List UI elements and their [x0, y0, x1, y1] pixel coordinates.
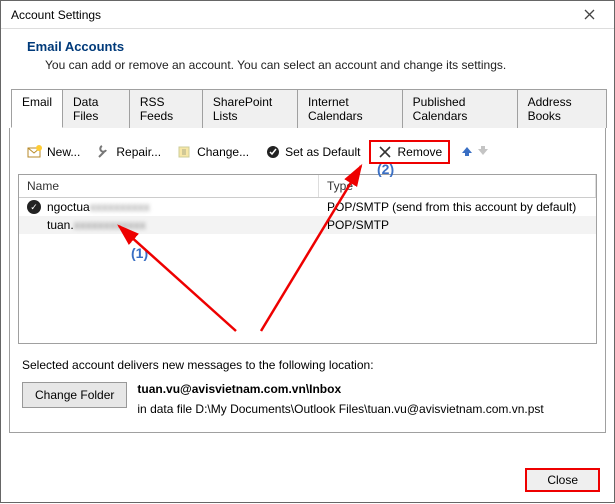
delivery-section: Selected account delivers new messages t… — [18, 344, 597, 424]
move-up-button[interactable] — [460, 144, 474, 161]
tab-sharepoint[interactable]: SharePoint Lists — [202, 89, 298, 128]
remove-label: Remove — [397, 145, 442, 159]
new-mail-icon — [27, 144, 43, 160]
toolbar: New... Repair... Change... Set as Defaul… — [18, 136, 597, 174]
account-type: POP/SMTP (send from this account by defa… — [319, 200, 596, 214]
change-icon — [177, 144, 193, 160]
repair-button[interactable]: Repair... — [89, 140, 168, 164]
annotation-2: (2) — [377, 161, 394, 177]
wrench-icon — [96, 144, 112, 160]
change-button[interactable]: Change... — [170, 140, 256, 164]
default-marker-icon: ✓ — [27, 200, 41, 214]
check-circle-icon — [265, 144, 281, 160]
tab-strip: Email Data Files RSS Feeds SharePoint Li… — [11, 88, 606, 128]
titlebar: Account Settings — [1, 1, 614, 29]
account-name: tuan.xxxxxxxxxxxx — [47, 218, 146, 232]
tab-data-files[interactable]: Data Files — [62, 89, 130, 128]
remove-x-icon — [377, 144, 393, 160]
col-type[interactable]: Type — [319, 175, 596, 197]
dialog-footer: Close — [525, 468, 600, 492]
account-type: POP/SMTP — [319, 218, 596, 232]
delivery-intro: Selected account delivers new messages t… — [22, 358, 593, 372]
list-row[interactable]: tuan.xxxxxxxxxxxx POP/SMTP — [19, 216, 596, 234]
header-subtitle: You can add or remove an account. You ca… — [45, 58, 588, 72]
set-default-button[interactable]: Set as Default — [258, 140, 367, 164]
tab-email[interactable]: Email — [11, 89, 63, 128]
repair-label: Repair... — [116, 145, 161, 159]
close-button[interactable]: Close — [525, 468, 600, 492]
header-title: Email Accounts — [27, 39, 588, 54]
change-folder-button[interactable]: Change Folder — [22, 382, 127, 408]
delivery-folder: tuan.vu@avisvietnam.com.vn\Inbox — [137, 382, 543, 396]
new-label: New... — [47, 145, 80, 159]
change-label: Change... — [197, 145, 249, 159]
dialog-body: Email Data Files RSS Feeds SharePoint Li… — [1, 88, 614, 441]
window-close-button[interactable] — [572, 3, 606, 27]
col-name[interactable]: Name — [19, 175, 319, 197]
delivery-path: tuan.vu@avisvietnam.com.vn\Inbox in data… — [137, 382, 543, 416]
accounts-list: Name Type ✓ ngoctuaxxxxxxxxxx POP/SMTP (… — [18, 174, 597, 344]
default-label: Set as Default — [285, 145, 360, 159]
tab-address-books[interactable]: Address Books — [517, 89, 607, 128]
tab-published-calendars[interactable]: Published Calendars — [402, 89, 518, 128]
list-header: Name Type — [19, 175, 596, 198]
tab-panel-email: New... Repair... Change... Set as Defaul… — [9, 128, 606, 433]
tab-internet-calendars[interactable]: Internet Calendars — [297, 89, 403, 128]
account-name: ngoctuaxxxxxxxxxx — [47, 200, 150, 214]
move-down-button[interactable] — [476, 144, 490, 161]
window-title: Account Settings — [11, 8, 101, 22]
delivery-data-file: in data file D:\My Documents\Outlook Fil… — [137, 402, 543, 416]
arrow-up-icon — [460, 144, 474, 158]
list-row[interactable]: ✓ ngoctuaxxxxxxxxxx POP/SMTP (send from … — [19, 198, 596, 216]
tab-rss-feeds[interactable]: RSS Feeds — [129, 89, 203, 128]
close-icon — [584, 9, 595, 20]
annotation-1: (1) — [131, 245, 148, 261]
new-button[interactable]: New... — [20, 140, 87, 164]
dialog-header: Email Accounts You can add or remove an … — [1, 29, 614, 88]
arrow-down-icon — [476, 144, 490, 158]
